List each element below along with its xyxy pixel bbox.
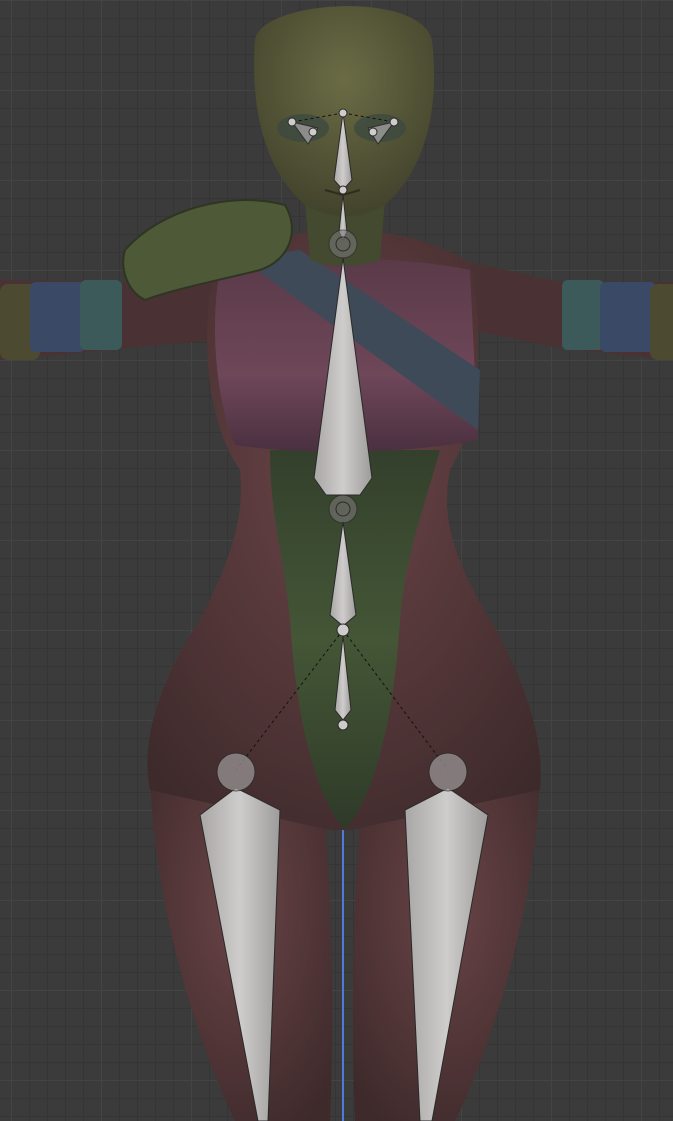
left-cuff-teal bbox=[80, 280, 122, 350]
right-cuff-outer bbox=[650, 284, 673, 360]
left-cuff-blue bbox=[30, 282, 85, 352]
viewport-scene[interactable] bbox=[0, 0, 673, 1121]
3d-viewport[interactable] bbox=[0, 0, 673, 1121]
right-cuff-blue bbox=[600, 282, 656, 352]
right-cuff-teal bbox=[562, 280, 604, 350]
